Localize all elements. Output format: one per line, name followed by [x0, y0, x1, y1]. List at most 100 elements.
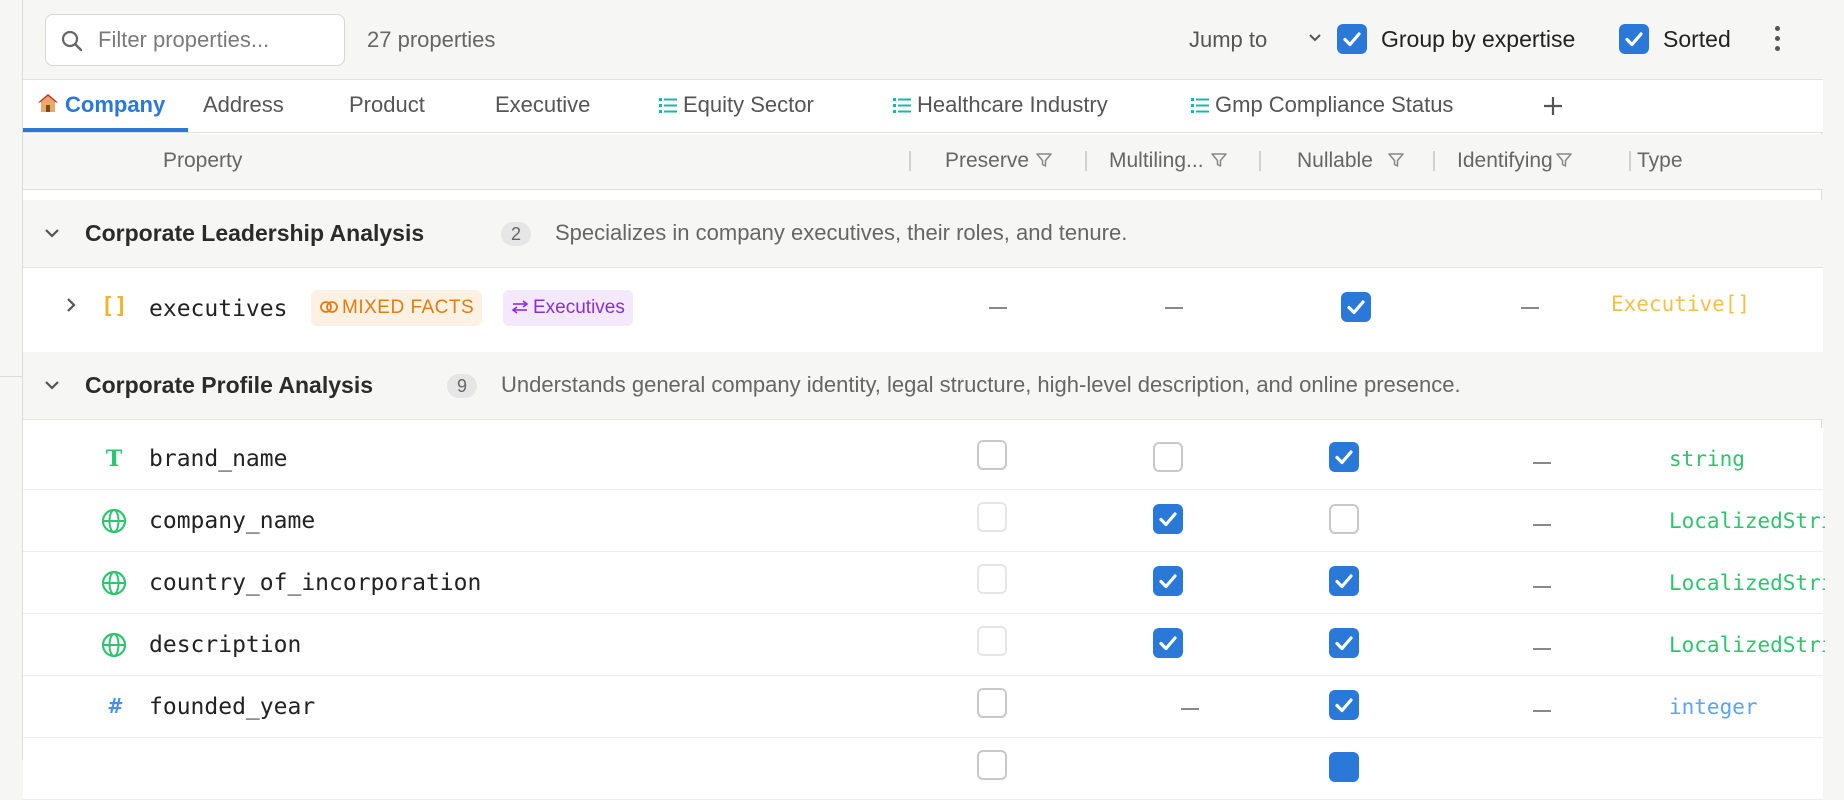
column-divider[interactable]	[1259, 151, 1261, 171]
group-title: Corporate Profile Analysis	[85, 372, 374, 398]
tab-label: Equity Sector	[683, 92, 814, 117]
list-icon	[893, 94, 911, 120]
tab-company[interactable]: Company	[37, 92, 165, 120]
nullable-checkbox[interactable]	[1329, 690, 1359, 720]
table-row[interactable]: T brand_name string	[23, 428, 1823, 490]
tab-executive[interactable]: Executive	[495, 92, 590, 118]
filter-icon[interactable]	[1035, 151, 1053, 169]
jump-to-button[interactable]: Jump to	[1189, 27, 1267, 53]
active-tab-indicator	[23, 128, 188, 132]
house-icon	[37, 92, 59, 120]
outer-divider	[0, 376, 22, 377]
search-input[interactable]	[98, 23, 338, 57]
column-divider[interactable]	[1629, 151, 1631, 171]
filter-icon[interactable]	[1210, 151, 1228, 169]
entity-tabs: Company Address Product Executive Equity…	[23, 80, 1823, 133]
multilingual-checkbox[interactable]	[1153, 628, 1183, 658]
property-name: country_of_incorporation	[149, 570, 482, 596]
property-editor: 27 properties Jump to Group by expertise…	[22, 0, 1825, 800]
column-divider[interactable]	[1085, 151, 1087, 171]
column-multilingual[interactable]: Multiling...	[1109, 149, 1228, 173]
nullable-checkbox[interactable]	[1341, 292, 1371, 322]
group-header[interactable]: Corporate Leadership Analysis 2 Speciali…	[23, 200, 1823, 268]
group-by-expertise-checkbox[interactable]	[1337, 24, 1367, 54]
tab-product[interactable]: Product	[349, 92, 425, 118]
multilingual-na	[1181, 708, 1199, 710]
filter-icon[interactable]	[1387, 151, 1405, 169]
column-label: Preserve	[945, 149, 1030, 172]
table-row[interactable]: country_of_incorporation LocalizedString	[23, 552, 1825, 614]
column-nullable[interactable]: Nullable	[1297, 149, 1405, 173]
nullable-checkbox[interactable]	[1329, 442, 1359, 472]
table-row[interactable]: description LocalizedString	[23, 614, 1825, 676]
tab-label: Gmp Compliance Status	[1215, 92, 1454, 117]
search-box[interactable]	[45, 14, 345, 66]
tab-address[interactable]: Address	[203, 92, 284, 118]
mixed-facts-icon	[320, 301, 338, 313]
swap-arrows-icon	[511, 300, 529, 314]
property-type: LocalizedString	[1669, 509, 1825, 533]
property-name: brand_name	[149, 446, 288, 472]
globe-icon	[101, 632, 127, 658]
table-row[interactable]: company_name LocalizedString	[23, 490, 1825, 552]
group-description: Understands general company identity, le…	[501, 372, 1461, 397]
property-name: executives	[149, 296, 288, 322]
column-property[interactable]: Property	[163, 149, 242, 173]
preserve-checkbox[interactable]	[977, 750, 1007, 780]
badge-label: MIXED FACTS	[342, 297, 475, 318]
nullable-checkbox[interactable]	[1329, 566, 1359, 596]
group-title: Corporate Leadership Analysis	[85, 220, 425, 246]
executives-link-badge[interactable]: Executives	[503, 290, 633, 326]
property-type: Executive[]	[1611, 292, 1751, 316]
property-type: integer	[1669, 695, 1758, 719]
text-type-icon: T	[105, 446, 123, 472]
add-tab-icon[interactable]	[1541, 94, 1565, 118]
multilingual-checkbox[interactable]	[1153, 504, 1183, 534]
preserve-checkbox[interactable]	[977, 626, 1007, 656]
group-by-expertise-label[interactable]: Group by expertise	[1381, 26, 1575, 53]
chevron-down-icon[interactable]	[43, 224, 61, 242]
property-type: string	[1669, 447, 1745, 471]
column-divider[interactable]	[1433, 151, 1435, 171]
table-row[interactable]	[23, 738, 1823, 800]
nullable-checkbox[interactable]	[1329, 504, 1359, 534]
nullable-checkbox[interactable]	[1329, 752, 1359, 782]
table-row[interactable]: # founded_year integer	[23, 676, 1823, 738]
preserve-checkbox[interactable]	[977, 564, 1007, 594]
more-options-icon[interactable]	[1771, 24, 1783, 54]
group-count-badge: 2	[501, 222, 531, 246]
filter-icon[interactable]	[1555, 151, 1573, 169]
preserve-na	[989, 307, 1007, 309]
preserve-checkbox[interactable]	[977, 440, 1007, 470]
tab-equity-sector[interactable]: Equity Sector	[659, 92, 814, 120]
column-label: Identifying	[1457, 149, 1553, 172]
column-header: Property Preserve Multiling... Nullable …	[23, 134, 1823, 190]
property-count: 27 properties	[367, 27, 496, 52]
column-divider[interactable]	[909, 151, 911, 171]
nullable-checkbox[interactable]	[1329, 628, 1359, 658]
hash-icon: #	[107, 694, 121, 718]
multilingual-checkbox[interactable]	[1153, 442, 1183, 472]
tab-gmp-compliance-status[interactable]: Gmp Compliance Status	[1191, 92, 1453, 120]
column-identifying[interactable]: Identifying	[1457, 149, 1573, 173]
column-preserve[interactable]: Preserve	[945, 149, 1053, 173]
preserve-checkbox[interactable]	[977, 688, 1007, 718]
property-name: founded_year	[149, 694, 316, 720]
list-icon	[1191, 94, 1209, 120]
tab-healthcare-industry[interactable]: Healthcare Industry	[893, 92, 1108, 120]
group-description: Specializes in company executives, their…	[555, 220, 1128, 245]
toolbar: 27 properties Jump to Group by expertise…	[23, 0, 1823, 80]
column-type[interactable]: Type	[1637, 149, 1683, 173]
identifying-na	[1533, 462, 1551, 464]
group-header[interactable]: Corporate Profile Analysis 9 Understands…	[23, 352, 1823, 420]
chevron-down-icon[interactable]	[43, 376, 61, 394]
table-row[interactable]: [] executives MIXED FACTS Executives Exe…	[23, 268, 1823, 352]
sorted-checkbox[interactable]	[1619, 24, 1649, 54]
chevron-right-icon[interactable]	[63, 296, 79, 314]
sorted-label[interactable]: Sorted	[1663, 26, 1731, 53]
identifying-na	[1533, 524, 1551, 526]
multilingual-checkbox[interactable]	[1153, 566, 1183, 596]
chevron-down-icon[interactable]	[1307, 30, 1323, 46]
preserve-checkbox[interactable]	[977, 502, 1007, 532]
globe-icon	[101, 508, 127, 534]
